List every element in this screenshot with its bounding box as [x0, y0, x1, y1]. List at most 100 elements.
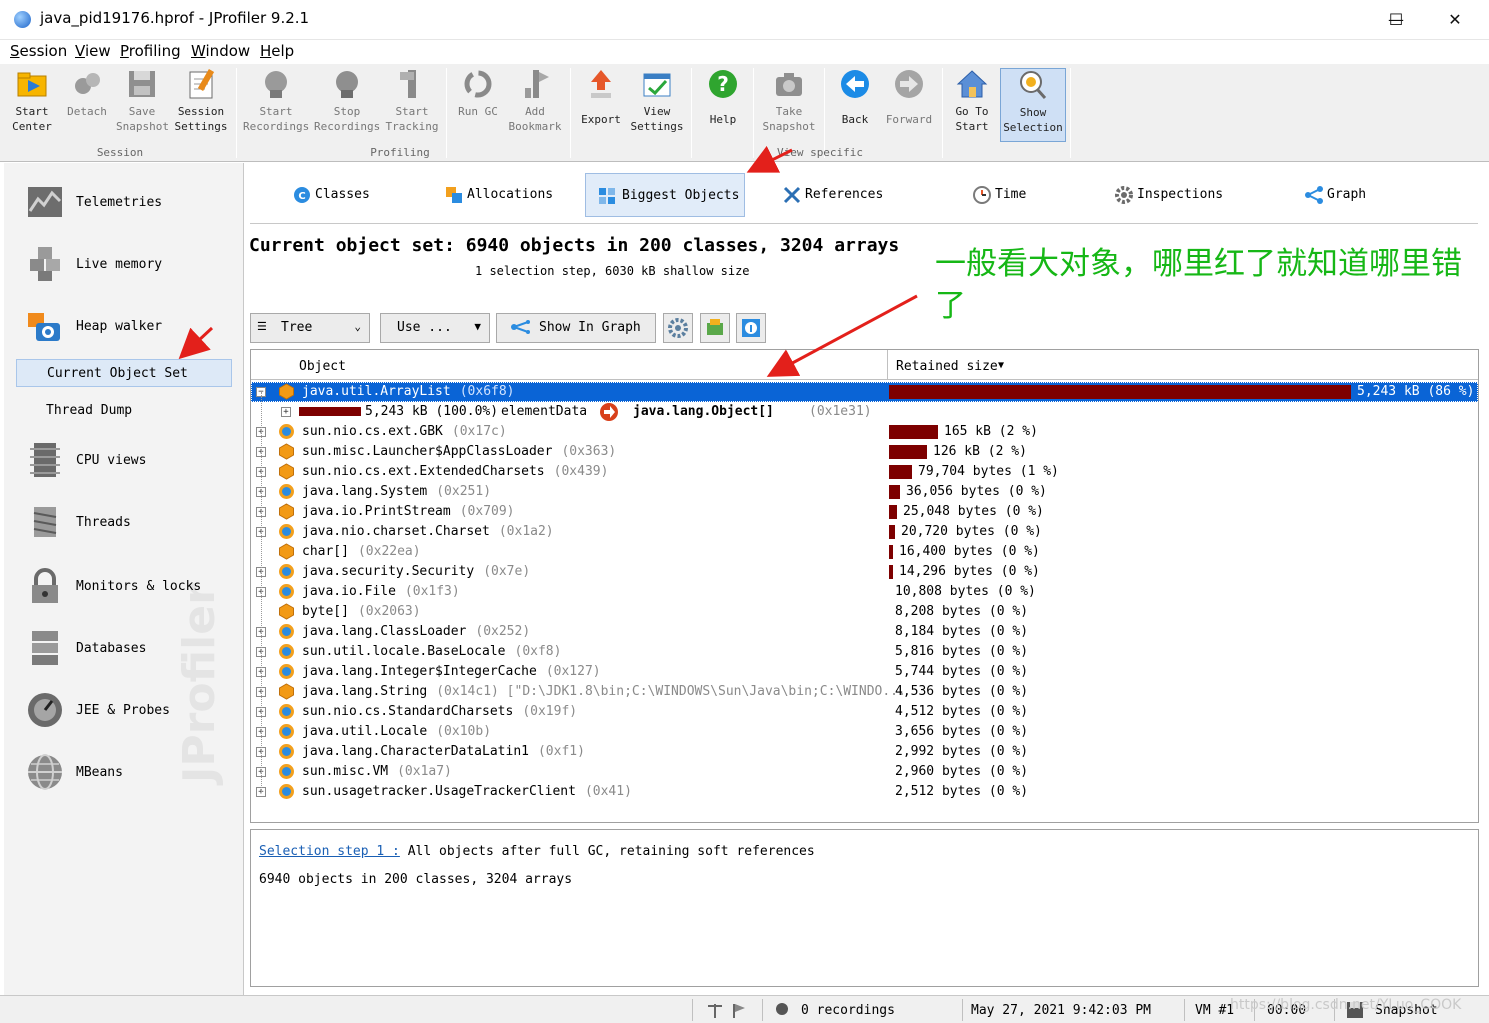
- toolbar-separator: [753, 68, 754, 158]
- sidebar-item-telemetries[interactable]: Telemetries: [4, 175, 243, 231]
- table-row[interactable]: + sun.nio.cs.ext.GBK (0x17c) 165 kB (2 %): [251, 422, 1478, 442]
- info-button[interactable]: [736, 313, 766, 343]
- table-row[interactable]: + java.lang.ClassLoader (0x252) 8,184 bytes…: [251, 622, 1478, 642]
- sidebar-item-threads[interactable]: Threads: [4, 495, 243, 551]
- table-row[interactable]: + java.lang.System (0x251) 36,056 bytes (0 …: [251, 482, 1478, 502]
- retained-size-bar: [889, 505, 897, 519]
- tab-inspections[interactable]: Inspections: [1115, 173, 1245, 217]
- retained-size-value: 165 kB (2 %): [944, 424, 1038, 439]
- object-class-name: java.util.Locale: [302, 724, 428, 739]
- tab-divider: [250, 223, 1478, 224]
- start-center-button[interactable]: Start Center: [6, 68, 58, 140]
- export-data-button[interactable]: [700, 313, 730, 343]
- start-recordings-button[interactable]: Start Recordings: [243, 68, 309, 140]
- class-blue-icon: [278, 763, 295, 780]
- view-settings-button[interactable]: View Settings: [628, 68, 686, 140]
- export-button[interactable]: Export: [578, 68, 624, 140]
- session-settings-button[interactable]: Session Settings: [172, 68, 230, 140]
- tab-allocations[interactable]: Allocations: [445, 173, 565, 217]
- table-row[interactable]: + java.io.PrintStream (0x709) 25,048 bytes …: [251, 502, 1478, 522]
- class-blue-icon: [278, 523, 295, 540]
- biggest-objects-table[interactable]: Object Retained size ▼ − java.util.ArrayL…: [250, 349, 1479, 823]
- toolbar-separator: [942, 68, 943, 158]
- add-bookmark-button[interactable]: Add Bookmark: [506, 68, 564, 140]
- table-row[interactable]: char[] (0x22ea) 16,400 bytes (0 %): [251, 542, 1478, 562]
- profiling-group-label: Profiling: [370, 146, 430, 159]
- close-button[interactable]: ✕: [1432, 4, 1478, 36]
- sidebar-subitem-thread-dump[interactable]: Thread Dump: [16, 397, 232, 425]
- run-gc-button[interactable]: Run GC: [454, 68, 502, 140]
- column-header-object[interactable]: Object: [251, 350, 887, 380]
- object-class-name: java.util.ArrayList: [302, 384, 451, 399]
- forward-button[interactable]: Forward: [882, 68, 936, 140]
- table-row[interactable]: + java.lang.String (0x14c1) ["D:\JDK1.8\bi…: [251, 682, 1478, 702]
- table-row[interactable]: + java.nio.charset.Charset (0x1a2) 20,720 b…: [251, 522, 1478, 542]
- table-row[interactable]: + sun.misc.VM (0x1a7) 2,960 bytes (0 %): [251, 762, 1478, 782]
- expand-icon[interactable]: +: [281, 407, 291, 417]
- toolbar-separator: [570, 68, 571, 158]
- home-icon: [956, 68, 988, 100]
- gear-icon: [668, 318, 688, 338]
- object-class-name: sun.nio.cs.StandardCharsets: [302, 704, 514, 719]
- reference-target-class: java.lang.Object[]: [633, 404, 774, 419]
- view-mode-select[interactable]: ☰ Tree ⌄: [250, 313, 370, 343]
- sidebar-item-heap-walker[interactable]: Heap walker: [4, 299, 243, 355]
- table-row[interactable]: + java.security.Security (0x7e) 14,296 byte…: [251, 562, 1478, 582]
- menu-profiling[interactable]: Profiling: [120, 42, 181, 60]
- cpu-views-icon: [26, 441, 64, 479]
- table-row[interactable]: + java.lang.Integer$IntegerCache (0x127) 5,…: [251, 662, 1478, 682]
- sidebar-item-mbeans[interactable]: MBeans: [4, 745, 243, 801]
- tab-graph[interactable]: Graph: [1305, 173, 1395, 217]
- table-row[interactable]: + sun.util.locale.BaseLocale (0xf8) 5,816 b…: [251, 642, 1478, 662]
- take-snapshot-button[interactable]: Take Snapshot: [760, 68, 818, 140]
- help-button[interactable]: ? Help: [700, 68, 746, 140]
- show-in-graph-button[interactable]: Show In Graph: [496, 313, 656, 343]
- menu-session[interactable]: Session: [10, 42, 67, 60]
- close-icon: ✕: [1448, 10, 1462, 29]
- table-row[interactable]: byte[] (0x2063) 8,208 bytes (0 %): [251, 602, 1478, 622]
- selection-step-link[interactable]: Selection step 1 :: [259, 844, 400, 859]
- sidebar-item-databases[interactable]: Databases: [4, 621, 243, 677]
- stop-recordings-button[interactable]: Stop Recordings: [314, 68, 380, 140]
- save-snapshot-button[interactable]: Save Snapshot: [116, 68, 169, 140]
- tab-references[interactable]: References: [783, 173, 903, 217]
- back-button[interactable]: Back: [832, 68, 878, 140]
- instance-orange-icon: [278, 543, 295, 560]
- menu-help[interactable]: Help: [260, 42, 294, 60]
- svg-text:C: C: [298, 191, 305, 202]
- table-row[interactable]: + sun.nio.cs.StandardCharsets (0x19f) 4,512…: [251, 702, 1478, 722]
- tab-classes[interactable]: C Classes: [293, 173, 403, 217]
- sidebar-item-live-memory[interactable]: Live memory: [4, 237, 243, 293]
- table-row[interactable]: +5,243 kB (100.0%) elementData java.lang.O…: [251, 402, 1478, 422]
- show-selection-button[interactable]: Show Selection: [1000, 68, 1066, 142]
- object-id: (0x7e): [483, 564, 531, 579]
- table-row[interactable]: + java.util.Locale (0x10b) 3,656 bytes (0 %…: [251, 722, 1478, 742]
- retained-size-value: 3,656 bytes (0 %): [895, 724, 1029, 739]
- table-row[interactable]: + java.io.File (0x1f3) 10,808 bytes (0 %): [251, 582, 1478, 602]
- sidebar-item-monitors-locks[interactable]: Monitors & locks: [4, 559, 243, 615]
- annotation-text: 一般看大对象，哪里红了就知道哪里错了: [935, 246, 1462, 324]
- menu-window[interactable]: Window: [191, 42, 250, 60]
- object-set-title: Current object set: 6940 objects in 200 …: [249, 235, 900, 256]
- tab-biggest-objects[interactable]: Biggest Objects: [585, 173, 745, 217]
- table-row[interactable]: + sun.usagetracker.UsageTrackerClient (0x4…: [251, 782, 1478, 802]
- sidebar-item-cpu-views[interactable]: CPU views: [4, 433, 243, 489]
- menu-view[interactable]: View: [75, 42, 111, 60]
- object-id: (0xf8): [514, 644, 562, 659]
- table-row[interactable]: + sun.nio.cs.ext.ExtendedCharsets (0x439) 7…: [251, 462, 1478, 482]
- maximize-button[interactable]: ☐: [1373, 4, 1419, 36]
- column-header-retained-size[interactable]: Retained size ▼: [887, 350, 1478, 380]
- inspection-gear-button[interactable]: [663, 313, 693, 343]
- tab-time[interactable]: Time: [973, 173, 1053, 217]
- go-to-start-button[interactable]: Go To Start: [948, 68, 996, 140]
- start-tracking-button[interactable]: Start Tracking: [384, 68, 440, 140]
- table-row[interactable]: + java.lang.CharacterDataLatin1 (0xf1) 2,99…: [251, 742, 1478, 762]
- retained-size-value: 14,296 bytes (0 %): [899, 564, 1040, 579]
- table-row[interactable]: − java.util.ArrayList (0x6f8) 5,243 kB (86 …: [251, 382, 1478, 402]
- live-memory-icon: [26, 245, 64, 283]
- table-row[interactable]: + sun.misc.Launcher$AppClassLoader (0x363)…: [251, 442, 1478, 462]
- sidebar-item-jee-probes[interactable]: JEE & Probes: [4, 683, 243, 739]
- detach-button[interactable]: Detach: [62, 68, 112, 140]
- use-dropdown[interactable]: Use ... ▼: [380, 313, 490, 343]
- sidebar-subitem-current-object-set[interactable]: Current Object Set: [16, 359, 232, 387]
